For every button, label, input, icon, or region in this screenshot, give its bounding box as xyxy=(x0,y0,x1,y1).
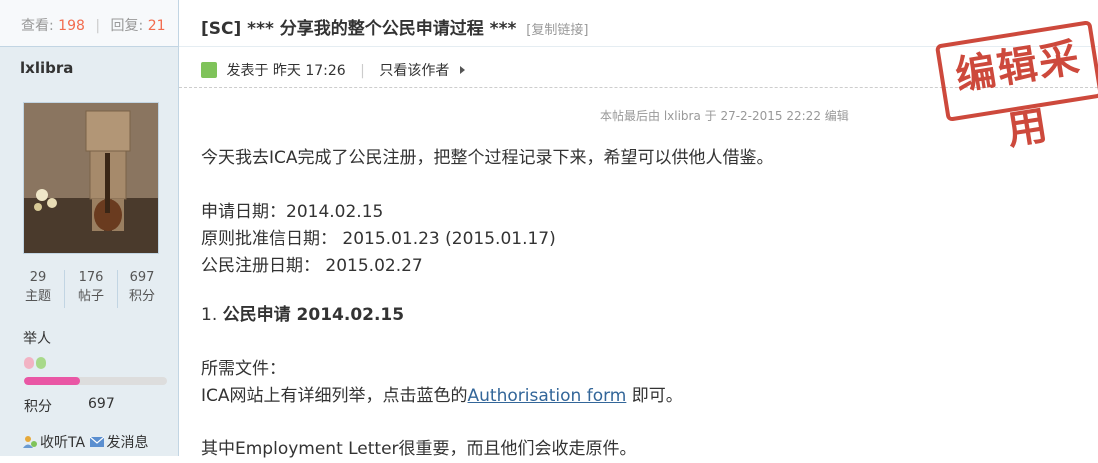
authorisation-form-link[interactable]: Authorisation form xyxy=(468,386,627,406)
post-text: ICA网站上有详细列举，点击蓝色的 xyxy=(201,386,468,406)
medal-icon xyxy=(24,357,34,369)
post-text: 即可。 xyxy=(626,386,683,406)
stat-points[interactable]: 697 积分 xyxy=(116,270,168,308)
section-number: 1. xyxy=(201,305,223,325)
stat-label: 主题 xyxy=(24,289,51,304)
section-heading: 1. 公民申请 2014.02.15 xyxy=(201,302,774,329)
user-actions: 收听TA 发消息 xyxy=(23,432,149,452)
username-link[interactable]: lxlibra xyxy=(20,59,73,77)
stat-threads[interactable]: 29 主题 xyxy=(12,270,64,308)
stat-value: 176 xyxy=(78,270,104,285)
medal-icon xyxy=(36,357,46,369)
editor-pick-stamp: 编辑采用 xyxy=(934,20,1098,154)
post-paragraph: 其中Employment Letter很重要，而且他们会收走原件。 xyxy=(201,439,637,459)
thread-title: [SC] *** 分享我的整个公民申请过程 *** [复制链接] xyxy=(201,14,588,39)
post-meta: 发表于 昨天 17:26 | 只看该作者 xyxy=(201,60,465,80)
avatar-image xyxy=(24,103,158,253)
stat-label: 积分 xyxy=(128,289,155,304)
progress-fill xyxy=(24,377,80,385)
message-button[interactable]: 发消息 xyxy=(89,435,149,451)
rank-progress-bar xyxy=(24,377,167,385)
stat-posts[interactable]: 176 帖子 xyxy=(64,270,118,308)
online-status-icon xyxy=(201,62,217,78)
copy-link-button[interactable]: [复制链接] xyxy=(526,23,588,38)
arrow-right-icon xyxy=(459,66,465,74)
message-label: 发消息 xyxy=(106,435,149,451)
post-body: 今天我去ICA完成了公民注册，把整个过程记录下来，希望可以供他人借鉴。 申请日期… xyxy=(201,145,774,463)
points-label: 积分 xyxy=(24,399,52,415)
follow-icon xyxy=(23,436,37,448)
medal-icons xyxy=(24,354,48,373)
follow-button[interactable]: 收听TA xyxy=(23,435,90,451)
post-paragraph: 所需文件： xyxy=(201,359,286,379)
post-paragraph: 今天我去ICA完成了公民注册，把整个过程记录下来，希望可以供他人借鉴。 xyxy=(201,148,774,168)
post-paragraph: 公民注册日期： 2015.02.27 xyxy=(201,256,423,276)
points-row: 积分 697 xyxy=(24,396,115,416)
post-paragraph: 原则批准信日期： 2015.01.23 (2015.01.17) xyxy=(201,229,556,249)
points-value: 697 xyxy=(88,396,115,412)
post-paragraph: ICA网站上有详细列举，点击蓝色的Authorisation form 即可。 xyxy=(201,383,774,410)
divider: | xyxy=(360,63,365,79)
views-count: 198 xyxy=(58,18,85,34)
user-rank[interactable]: 举人 xyxy=(23,328,51,348)
stat-label: 帖子 xyxy=(77,289,104,304)
replies-label: 回复: xyxy=(110,18,144,34)
author-only-link[interactable]: 只看该作者 xyxy=(379,63,465,79)
follow-label: 收听TA xyxy=(40,435,86,451)
stat-value: 29 xyxy=(29,270,47,285)
thread-title-text: [SC] *** 分享我的整个公民申请过程 *** xyxy=(201,19,517,39)
author-only-label: 只看该作者 xyxy=(379,63,450,79)
stat-value: 697 xyxy=(129,270,155,285)
user-stats: 29 主题 176 帖子 697 积分 xyxy=(12,270,168,312)
avatar[interactable] xyxy=(23,102,159,254)
post-paragraph: 申请日期：2014.02.15 xyxy=(201,202,384,222)
posted-time: 发表于 昨天 17:26 xyxy=(226,63,346,79)
divider: | xyxy=(95,18,101,34)
envelope-icon xyxy=(89,436,104,447)
user-sidebar: 查看: 198 | 回复: 21 lxlibra 29 主题 176 帖子 69… xyxy=(0,0,179,456)
edited-note: 本帖最后由 lxlibra 于 27-2-2015 22:22 编辑 xyxy=(600,109,849,123)
replies-count: 21 xyxy=(147,18,166,34)
thread-stats: 查看: 198 | 回复: 21 xyxy=(0,0,178,47)
section-heading-text: 公民申请 2014.02.15 xyxy=(222,305,405,325)
views-label: 查看: xyxy=(21,18,54,34)
